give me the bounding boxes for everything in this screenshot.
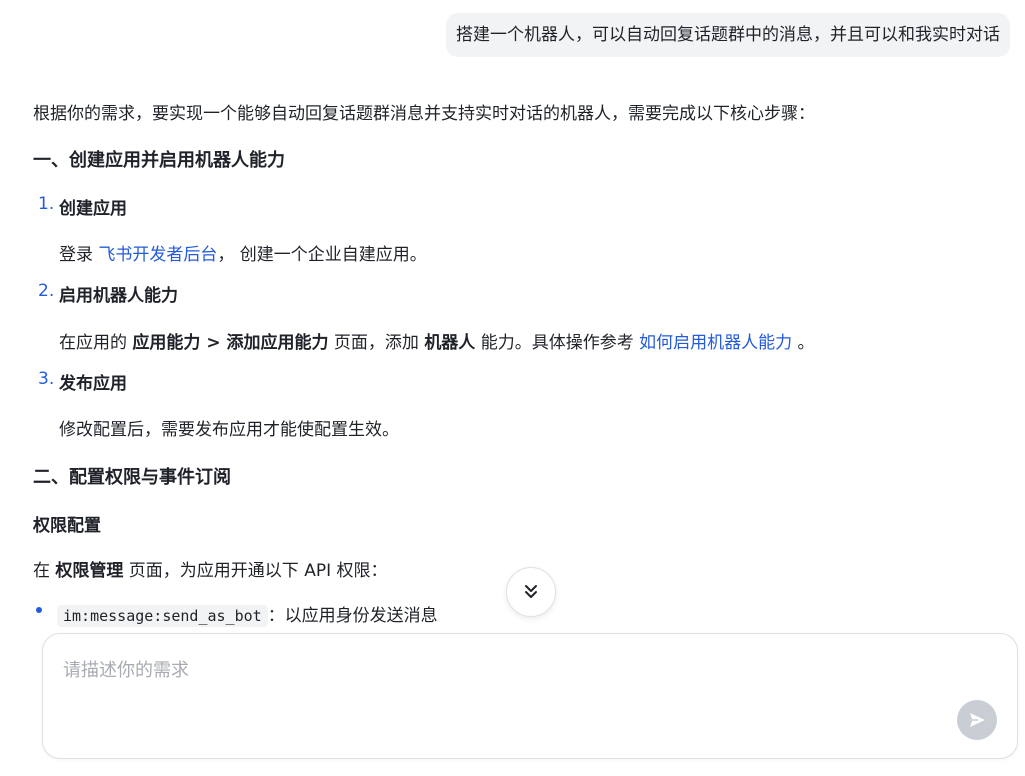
step-title-publish-app: 发布应用 xyxy=(59,374,127,394)
step-number: 3. xyxy=(38,369,55,389)
step-bold-text: 应用能力 > 添加应用能力 xyxy=(132,333,329,353)
user-message-text: 搭建一个机器人，可以自动回复话题群中的消息，并且可以和我实时对话 xyxy=(456,25,1000,45)
step-text: 在应用的 xyxy=(59,333,133,353)
bullet-dot xyxy=(36,607,42,613)
step-body-publish-app: 修改配置后，需要发布应用才能使配置生效。 xyxy=(59,420,399,440)
step-body-enable-bot: 在应用的 应用能力 > 添加应用能力 页面，添加 机器人 能力。具体操作参考 如… xyxy=(59,328,815,353)
step-text: ， 创建一个企业自建应用。 xyxy=(217,245,427,265)
step-text: 能力。具体操作参考 xyxy=(475,333,640,353)
enable-bot-guide-link[interactable]: 如何启用机器人能力 xyxy=(639,333,792,353)
developer-console-link[interactable]: 飞书开发者后台 xyxy=(98,245,217,265)
answer-intro: 根据你的需求，要实现一个能够自动回复话题群消息并支持实时对话的机器人，需要完成以… xyxy=(33,104,815,124)
step-bold-text: 机器人 xyxy=(424,333,476,353)
permissions-heading: 权限配置 xyxy=(33,516,101,536)
step-text: 。 xyxy=(792,333,815,353)
chat-input-box xyxy=(42,633,1018,759)
message-input[interactable] xyxy=(63,656,923,696)
step-title-create-app: 创建应用 xyxy=(59,199,127,219)
permissions-bold-text: 权限管理 xyxy=(55,561,124,581)
double-chevron-down-icon xyxy=(525,585,537,598)
permissions-intro: 在 权限管理 页面，为应用开通以下 API 权限： xyxy=(33,556,388,581)
step-text: 登录 xyxy=(59,245,99,265)
user-message-bubble: 搭建一个机器人，可以自动回复话题群中的消息，并且可以和我实时对话 xyxy=(446,13,1010,57)
step-number: 2. xyxy=(38,281,55,301)
permissions-text: 在 xyxy=(33,561,56,581)
permission-desc: ：以应用身份发送消息 xyxy=(267,606,438,626)
step-title-enable-bot: 启用机器人能力 xyxy=(59,286,178,306)
section-title-create-app: 一、创建应用并启用机器人能力 xyxy=(33,150,285,171)
step-text: 页面，添加 xyxy=(328,333,425,353)
send-button[interactable] xyxy=(957,700,997,740)
send-icon xyxy=(970,713,985,727)
scroll-to-bottom-button[interactable] xyxy=(506,567,556,617)
permissions-text: 页面，为应用开通以下 API 权限： xyxy=(123,561,388,581)
permission-code: im:message:send_as_bot xyxy=(57,605,268,627)
list-item: im:message:send_as_bot ：以应用身份发送消息 xyxy=(57,601,438,627)
chat-page: 搭建一个机器人，可以自动回复话题群中的消息，并且可以和我实时对话 根据你的需求，… xyxy=(0,0,1025,776)
step-body-create-app: 登录 飞书开发者后台， 创建一个企业自建应用。 xyxy=(59,240,427,265)
step-number: 1. xyxy=(38,194,55,214)
section-title-permissions: 二、配置权限与事件订阅 xyxy=(33,467,231,488)
